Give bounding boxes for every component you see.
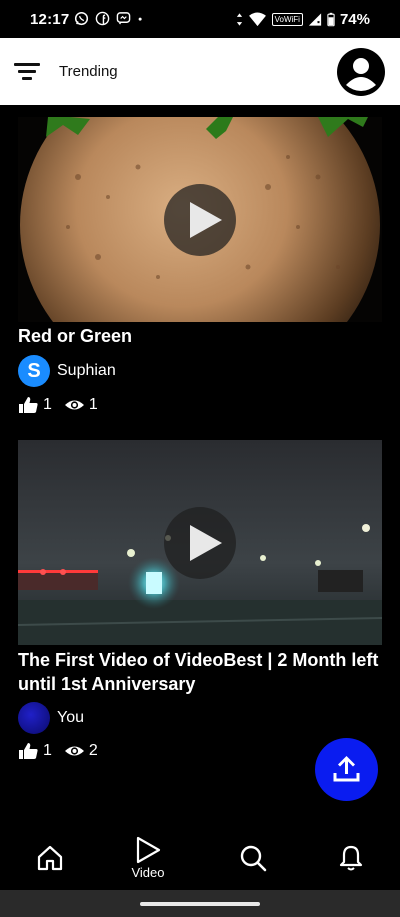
channel-avatar[interactable]: S bbox=[18, 355, 50, 387]
play-button[interactable] bbox=[164, 507, 236, 579]
channel-avatar[interactable] bbox=[18, 702, 50, 734]
home-icon bbox=[37, 845, 63, 871]
upload-icon bbox=[333, 756, 360, 782]
nav-search[interactable] bbox=[203, 828, 303, 890]
app-header: Trending bbox=[0, 38, 400, 105]
view-count: 2 bbox=[88, 742, 98, 759]
channel-name[interactable]: You bbox=[57, 709, 84, 727]
channel-name[interactable]: Suphian bbox=[57, 362, 116, 380]
messenger-icon bbox=[116, 12, 131, 25]
notification-icons bbox=[74, 11, 147, 26]
thumbs-up-icon[interactable] bbox=[18, 742, 39, 760]
wifi-icon bbox=[248, 12, 266, 27]
eye-icon bbox=[64, 746, 84, 756]
video-feed[interactable]: Red or Green S Suphian 1 1 The First Vid… bbox=[0, 105, 400, 828]
facebook-icon bbox=[95, 11, 110, 26]
nav-home[interactable] bbox=[0, 828, 100, 890]
status-bar: 12:17 VoWiFi 74% bbox=[0, 0, 400, 38]
filter-menu-icon[interactable] bbox=[14, 61, 40, 81]
view-count: 1 bbox=[88, 396, 98, 413]
dot-icon bbox=[138, 17, 142, 21]
video-title[interactable]: Red or Green bbox=[18, 324, 382, 348]
video-thumbnail[interactable] bbox=[18, 440, 382, 645]
home-gesture-handle[interactable] bbox=[140, 902, 260, 906]
whatsapp-icon bbox=[74, 11, 89, 26]
video-title[interactable]: The First Video of VideoBest | 2 Month l… bbox=[18, 648, 382, 696]
battery-icon bbox=[327, 12, 335, 27]
thumbs-up-icon[interactable] bbox=[18, 396, 39, 414]
like-count: 1 bbox=[43, 742, 52, 759]
battery-percent: 74% bbox=[339, 11, 370, 28]
eye-icon bbox=[64, 400, 84, 410]
profile-avatar-icon[interactable] bbox=[336, 47, 386, 97]
upload-button[interactable] bbox=[315, 738, 378, 801]
channel-info[interactable]: S Suphian bbox=[18, 355, 116, 387]
bottom-navigation: Video bbox=[0, 828, 400, 890]
gesture-bar bbox=[0, 890, 400, 917]
nav-video-label: Video bbox=[131, 865, 165, 880]
nav-video[interactable]: Video bbox=[98, 828, 198, 890]
video-stats: 1 1 bbox=[18, 396, 110, 414]
bell-icon bbox=[339, 845, 363, 871]
data-arrows-icon bbox=[236, 13, 242, 26]
status-time: 12:17 bbox=[30, 11, 70, 28]
like-count: 1 bbox=[43, 396, 52, 413]
video-play-icon bbox=[136, 836, 161, 864]
nav-notifications[interactable] bbox=[301, 828, 400, 890]
page-title: Trending bbox=[59, 63, 118, 80]
play-button[interactable] bbox=[164, 184, 236, 256]
play-icon bbox=[190, 202, 222, 238]
search-icon bbox=[240, 845, 267, 872]
video-stats: 1 2 bbox=[18, 742, 110, 760]
status-right: VoWiFi 74% bbox=[236, 11, 370, 28]
network-label: VoWiFi bbox=[271, 13, 303, 26]
signal-icon bbox=[308, 13, 322, 26]
channel-info[interactable]: You bbox=[18, 702, 84, 734]
video-thumbnail[interactable] bbox=[18, 117, 382, 322]
play-icon bbox=[190, 525, 222, 561]
